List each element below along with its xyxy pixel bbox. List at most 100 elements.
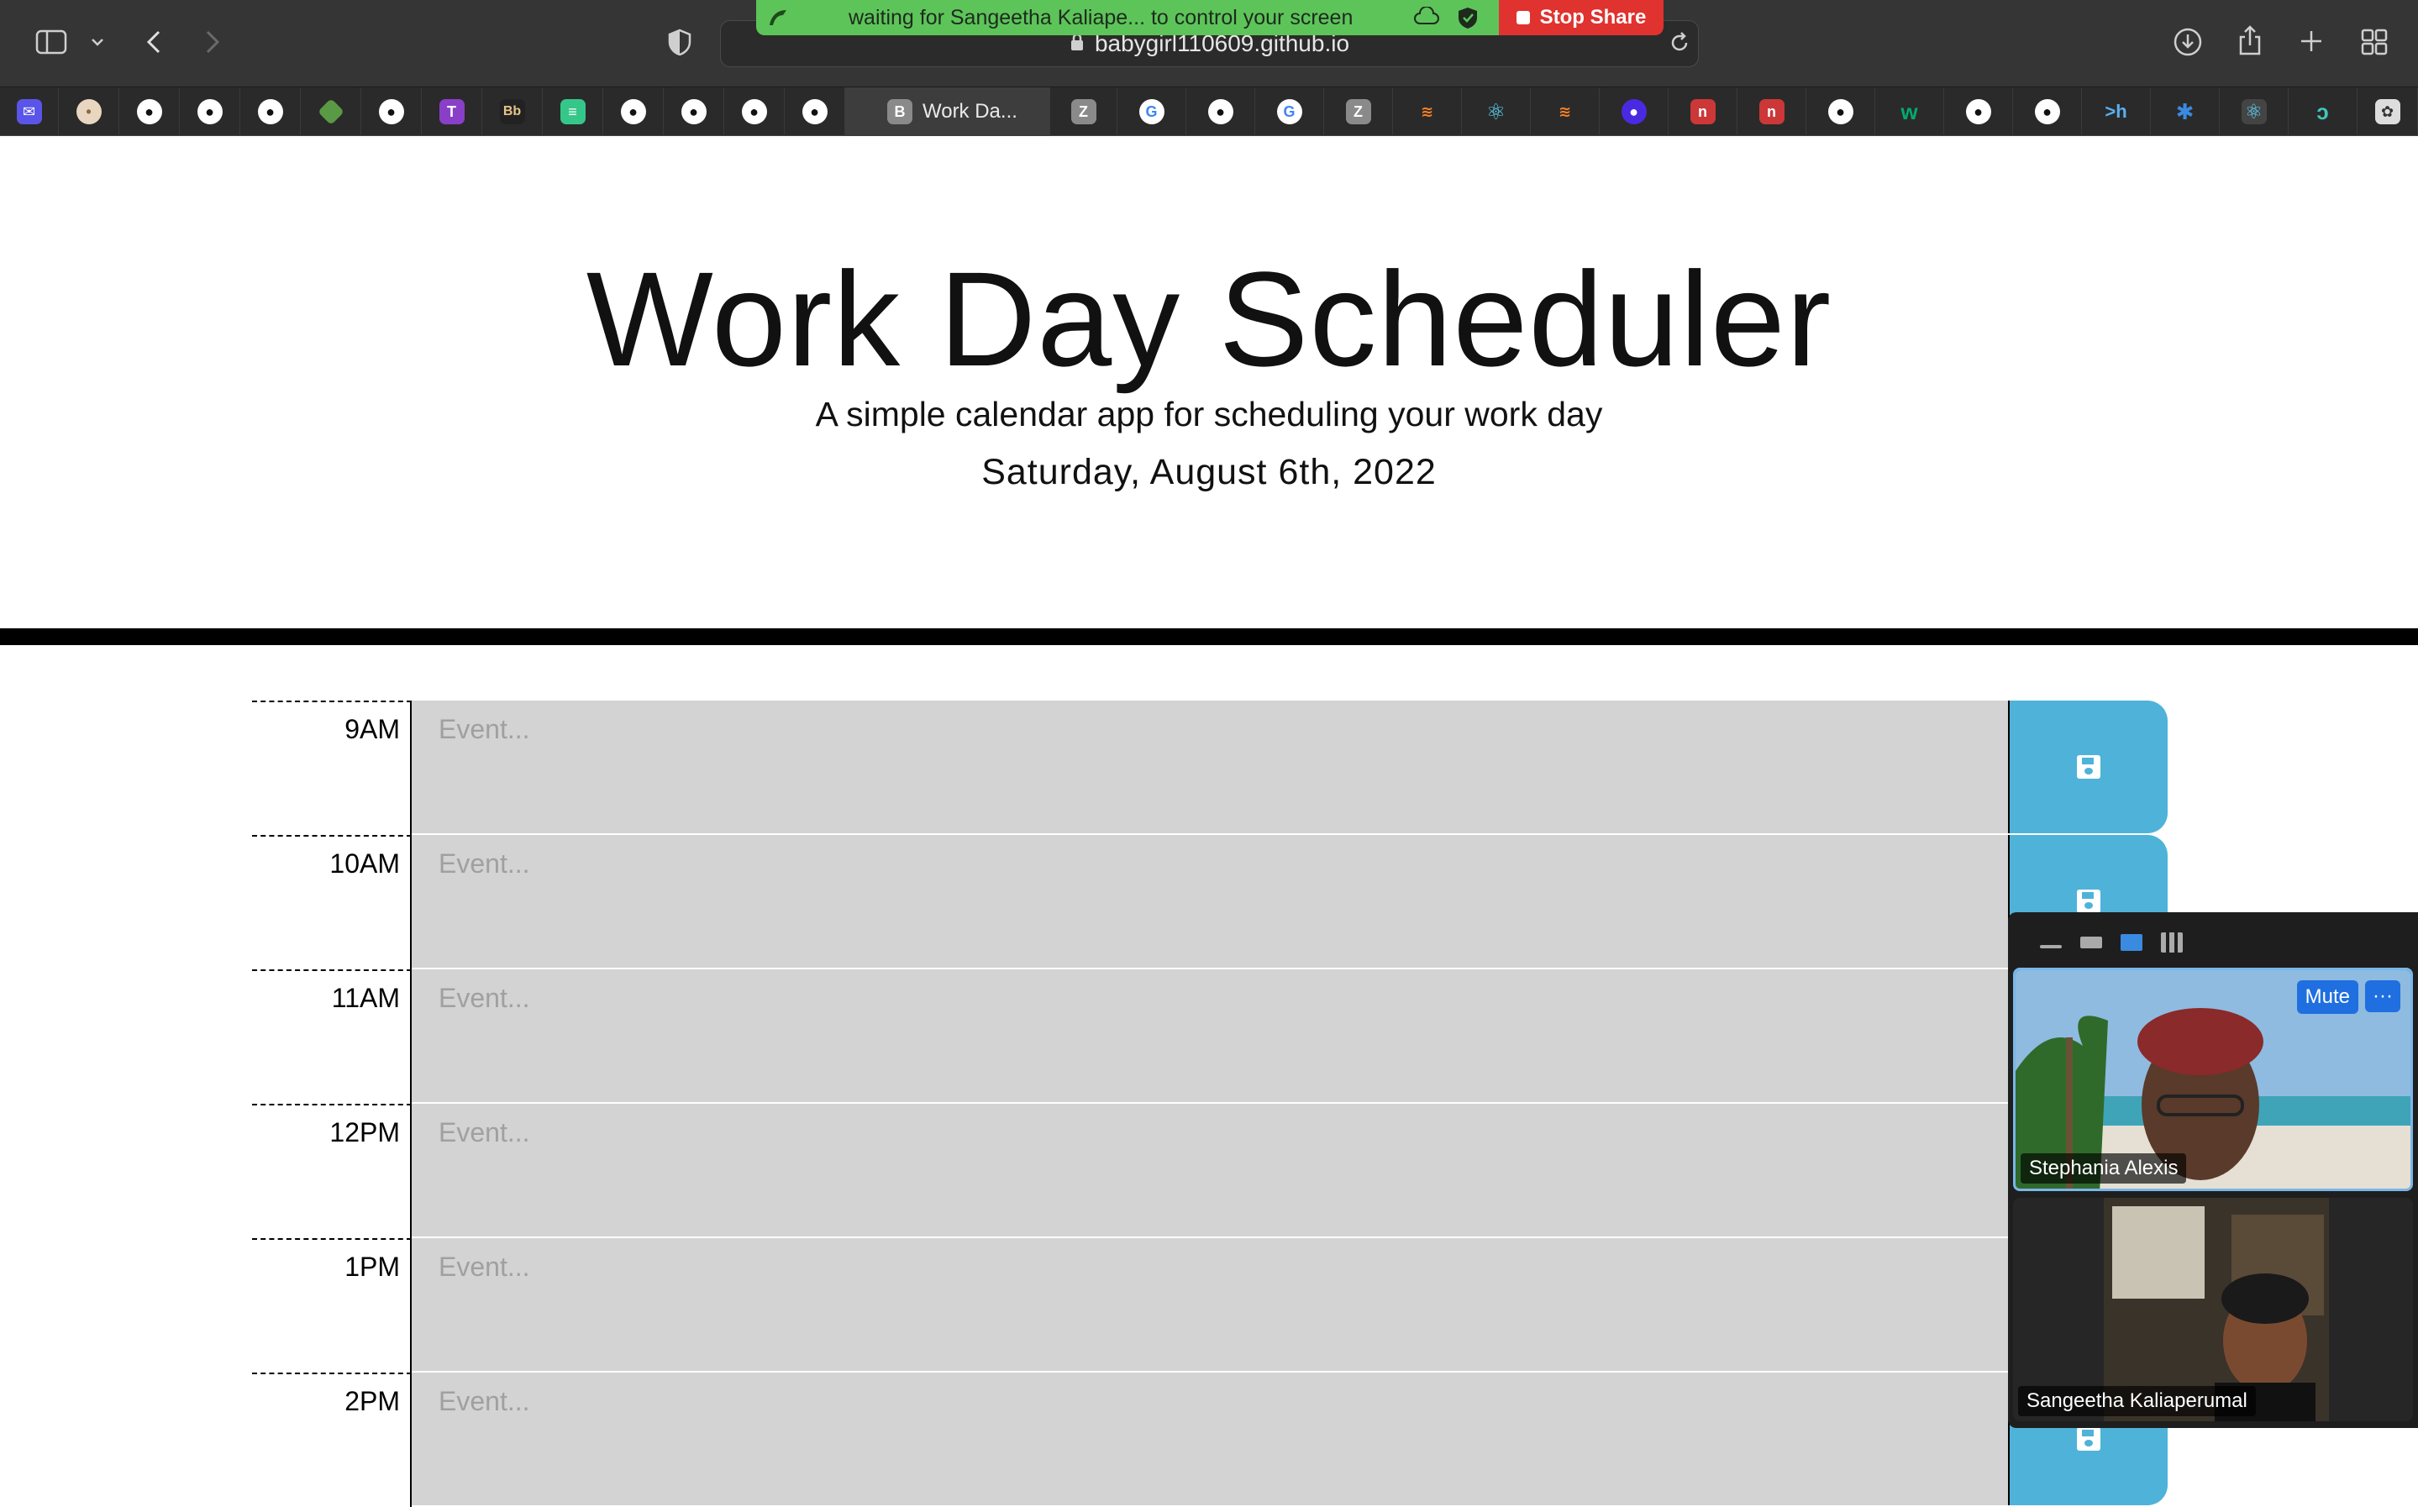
save-icon	[2077, 1427, 2100, 1451]
stackoverflow-icon: ≋	[1558, 102, 1572, 120]
downloads-icon[interactable]	[2171, 25, 2205, 59]
tab-npm-2[interactable]: n	[1737, 87, 1806, 136]
reload-icon[interactable]	[1667, 30, 1692, 55]
event-textarea[interactable]: Event...	[412, 1238, 2008, 1373]
tab-github-12[interactable]: ●	[2013, 87, 2082, 136]
hour-label: 9AM	[252, 701, 412, 835]
mute-button[interactable]: Mute	[2296, 980, 2358, 1014]
page-subtitle: A simple calendar app for scheduling you…	[815, 395, 1603, 433]
tab-swirl[interactable]: ↄ	[2289, 87, 2358, 136]
time-block-row: 1PM Event...	[252, 1238, 2168, 1373]
hour-label: 12PM	[252, 1104, 412, 1238]
misc-app-icon: ✿	[2374, 99, 2400, 124]
participant-video[interactable]: Sangeetha Kaliaperumal	[2013, 1198, 2413, 1421]
cookie-icon: •	[76, 99, 102, 124]
zoom-share-icon	[766, 7, 790, 34]
tab-puzzle[interactable]: ✱	[2151, 87, 2220, 136]
event-textarea[interactable]: Event...	[412, 969, 2008, 1104]
tab-github-6[interactable]: ●	[664, 87, 724, 136]
gallery-view-icon[interactable]	[2161, 932, 2183, 953]
tab-w3[interactable]: w	[1875, 87, 1944, 136]
github-icon: ●	[681, 99, 707, 124]
time-block-row: 11AM Event...	[252, 969, 2168, 1104]
mail-icon: ✉	[16, 99, 42, 124]
more-options-button[interactable]: ···	[2365, 980, 2400, 1012]
stop-icon	[1516, 11, 1530, 24]
tab-stackoverflow-1[interactable]: ≋	[1393, 87, 1462, 136]
stop-share-label: Stop Share	[1539, 6, 1647, 29]
event-textarea[interactable]: Event...	[412, 835, 2008, 969]
tab-zoom-1[interactable]: Z	[1050, 87, 1117, 136]
tab-github-1[interactable]: ●	[119, 87, 180, 136]
share-message: waiting for Sangeetha Kaliape... to cont…	[849, 5, 1354, 29]
puzzle-icon: ✱	[2175, 98, 2195, 124]
tab-node[interactable]	[301, 87, 361, 136]
event-textarea[interactable]: Event...	[412, 1104, 2008, 1238]
tab-mail[interactable]: ✉	[0, 87, 59, 136]
tab-npm-1[interactable]: n	[1669, 87, 1737, 136]
share-icon[interactable]	[2235, 24, 2265, 59]
back-icon[interactable]	[141, 25, 166, 59]
tab-active-work-day[interactable]: B Work Da...	[845, 87, 1050, 136]
tab-hyper[interactable]: >h	[2082, 87, 2151, 136]
event-textarea[interactable]: Event...	[412, 1373, 2008, 1507]
w3schools-icon: w	[1900, 98, 1918, 124]
tab-github-10[interactable]: ●	[1806, 87, 1875, 136]
github-icon: ●	[802, 99, 828, 124]
tab-overview-icon[interactable]	[2359, 27, 2389, 57]
sidebar-toggle-icon[interactable]	[34, 27, 69, 57]
react-icon: ⚛	[2241, 99, 2267, 124]
tab-github-2[interactable]: ●	[180, 87, 240, 136]
github-icon: ●	[2034, 99, 2060, 124]
github-icon: ●	[257, 99, 283, 124]
zoom-icon: Z	[1345, 99, 1371, 124]
view-controls	[2040, 926, 2183, 959]
chevron-down-icon[interactable]	[87, 30, 108, 54]
tab-zoom-2[interactable]: Z	[1324, 87, 1393, 136]
hyper-icon: >h	[2105, 101, 2127, 122]
github-icon: ●	[620, 99, 646, 124]
tab-react-2[interactable]: ⚛	[2220, 87, 2289, 136]
stop-share-button[interactable]: Stop Share	[1499, 0, 1664, 35]
new-tab-icon[interactable]	[2297, 27, 2326, 55]
google-icon: G	[1138, 99, 1164, 124]
participant-name: Stephania Alexis	[2021, 1153, 2187, 1184]
speaker-view-icon[interactable]	[2121, 934, 2142, 951]
zoom-icon: Z	[1070, 99, 1096, 124]
tab-google-1[interactable]: G	[1117, 87, 1186, 136]
forward-icon[interactable]	[200, 25, 225, 59]
participant-video[interactable]: Mute ··· Stephania Alexis	[2013, 968, 2413, 1191]
tab-react-1[interactable]: ⚛	[1462, 87, 1531, 136]
privacy-shield-icon[interactable]	[665, 27, 694, 57]
sheets-icon: ≡	[560, 99, 586, 124]
hour-label: 1PM	[252, 1238, 412, 1373]
tab-github-11[interactable]: ●	[1944, 87, 2013, 136]
tab-sheets[interactable]: ≡	[543, 87, 603, 136]
participant-name: Sangeetha Kaliaperumal	[2018, 1386, 2256, 1416]
event-textarea[interactable]: Event...	[412, 701, 2008, 835]
tab-google-2[interactable]: G	[1255, 87, 1324, 136]
tab-github-7[interactable]: ●	[724, 87, 785, 136]
tab-stackoverflow-2[interactable]: ≋	[1531, 87, 1600, 136]
circle-app-icon: ●	[1621, 99, 1647, 124]
time-block-row: 2PM Event...	[252, 1373, 2168, 1507]
page-title: Work Day Scheduler	[586, 244, 1832, 394]
tab-circle[interactable]: ●	[1600, 87, 1669, 136]
tab-github-3[interactable]: ●	[240, 87, 301, 136]
save-button[interactable]	[2008, 701, 2168, 833]
screen-share-banner: waiting for Sangeetha Kaliape... to cont…	[756, 0, 1664, 35]
time-block-row: 10AM Event...	[252, 835, 2168, 969]
tab-github-4[interactable]: ●	[361, 87, 422, 136]
tab-github-8[interactable]: ●	[785, 87, 845, 136]
tab-misc[interactable]: ✿	[2358, 87, 2418, 136]
tab-github-9[interactable]: ●	[1186, 87, 1255, 136]
bootstrap-icon: B	[887, 99, 912, 124]
tab-purple[interactable]: T	[422, 87, 482, 136]
single-view-icon[interactable]	[2080, 937, 2102, 948]
tab-blackboard[interactable]: Bb	[482, 87, 543, 136]
stackoverflow-icon: ≋	[1420, 102, 1434, 120]
tab-cookie[interactable]: •	[59, 87, 119, 136]
tab-github-5[interactable]: ●	[603, 87, 664, 136]
minimize-icon[interactable]	[2040, 945, 2062, 948]
github-icon: ●	[1827, 99, 1853, 124]
